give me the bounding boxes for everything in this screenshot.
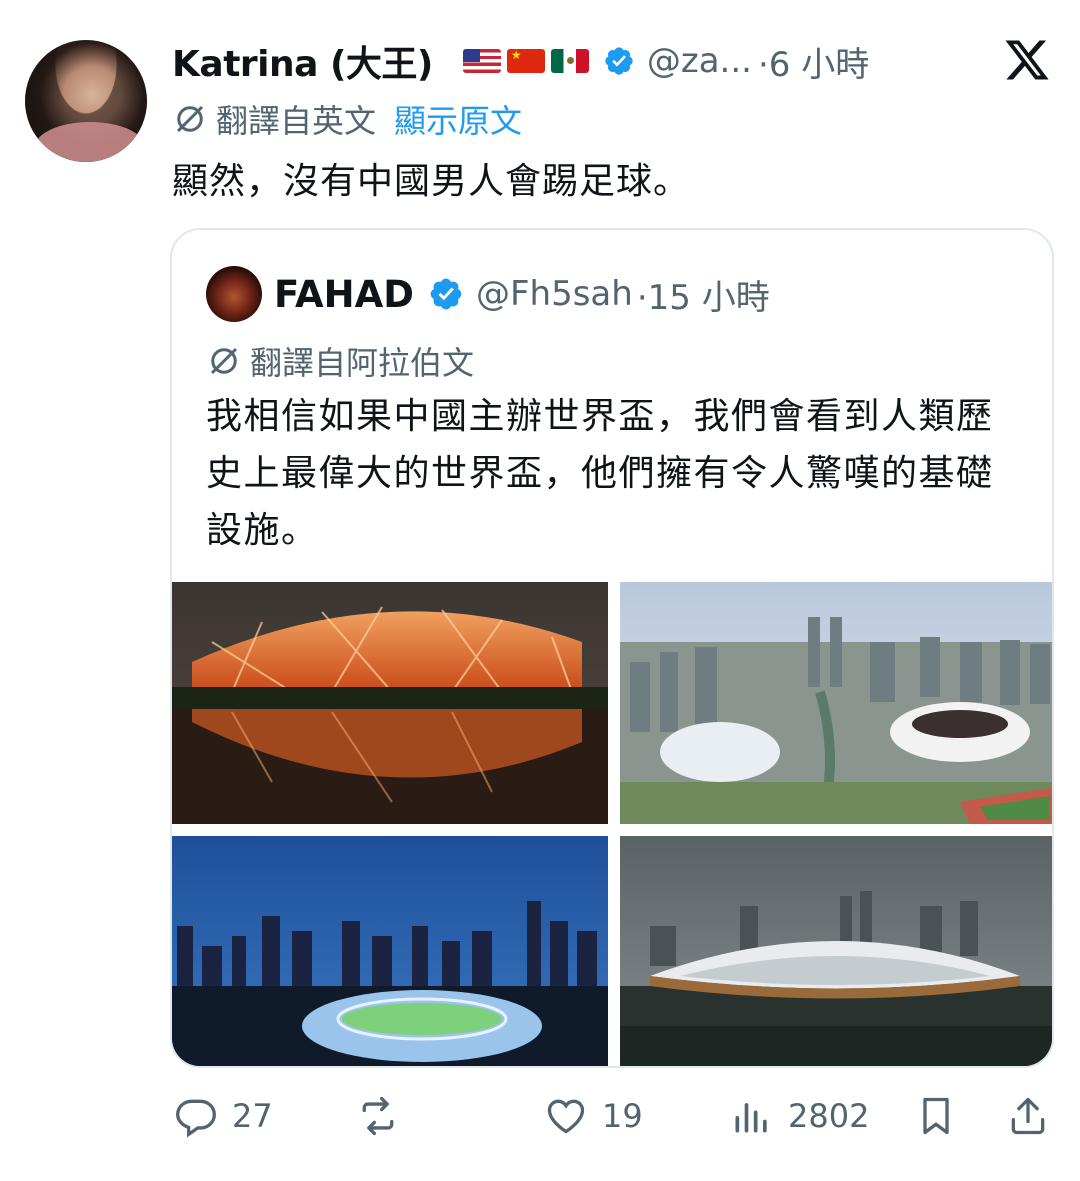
flag-group xyxy=(462,49,589,73)
quote-author-name[interactable]: FAHAD xyxy=(274,273,414,316)
stadium-photo-night-skyline[interactable] xyxy=(172,836,608,1066)
quote-author-avatar[interactable] xyxy=(206,266,262,322)
stadium-photo-aerial-city[interactable] xyxy=(620,582,1052,824)
tweet-header: Katrina (大王) @za... ·6 小時 xyxy=(172,34,869,88)
reply-count: 27 xyxy=(232,1097,273,1135)
author-avatar[interactable] xyxy=(25,40,147,162)
stadium-photo-modern-render[interactable] xyxy=(620,836,1052,1066)
quote-timestamp[interactable]: ·15 小時 xyxy=(637,270,770,319)
retweet-button[interactable] xyxy=(356,1088,414,1144)
reply-icon xyxy=(176,1099,216,1138)
cn-flag-icon xyxy=(506,49,545,73)
bookmark-icon xyxy=(923,1097,949,1135)
share-button[interactable] xyxy=(1006,1088,1050,1144)
tweet-text: 顯然，沒有中國男人會踢足球。 xyxy=(172,161,691,202)
tweet-timestamp[interactable]: ·6 小時 xyxy=(758,37,869,86)
action-bar: 27 19 2802 xyxy=(170,1088,1054,1144)
mx-flag-icon xyxy=(550,49,589,73)
quote-translation-label: 翻譯自阿拉伯文 xyxy=(250,344,475,382)
author-handle[interactable]: @za... xyxy=(647,41,752,81)
bookmark-button[interactable] xyxy=(914,1088,958,1144)
quoted-tweet[interactable]: FAHAD @Fh5sah ·15 小時 翻譯自阿拉伯文 我相信如果中國主辦世界… xyxy=(170,228,1054,1068)
author-display-name[interactable]: Katrina (大王) xyxy=(172,35,433,87)
quote-translation-row: 翻譯自阿拉伯文 xyxy=(206,338,474,384)
retweet-icon xyxy=(362,1096,394,1136)
views-button[interactable]: 2802 xyxy=(730,1088,869,1144)
x-logo-icon xyxy=(1005,40,1049,80)
quote-author-handle[interactable]: @Fh5sah xyxy=(476,274,633,314)
views-chart-icon xyxy=(735,1103,767,1133)
us-flag-icon xyxy=(462,49,501,73)
view-count: 2802 xyxy=(788,1097,870,1135)
show-original-link[interactable]: 顯示原文 xyxy=(394,96,522,142)
translate-icon xyxy=(210,347,238,375)
reply-button[interactable]: 27 xyxy=(174,1088,273,1144)
like-button[interactable]: 19 xyxy=(544,1088,643,1144)
media-grid xyxy=(172,582,1052,1066)
like-count: 19 xyxy=(602,1097,643,1135)
quote-text: 我相信如果中國主辦世界盃，我們會看到人類歷史上最偉大的世界盃，他們擁有令人驚嘆的… xyxy=(206,396,994,551)
tweet: Katrina (大王) @za... ·6 小時 翻譯自英文 顯示原文 顯然，… xyxy=(0,0,1080,1181)
share-icon xyxy=(1011,1097,1045,1135)
translation-row: 翻譯自英文 顯示原文 xyxy=(172,96,522,142)
verified-badge-icon xyxy=(430,278,462,310)
translation-label: 翻譯自英文 xyxy=(216,102,377,140)
translate-icon xyxy=(176,105,204,133)
verified-badge-icon xyxy=(605,47,633,75)
stadium-photo-birds-nest[interactable] xyxy=(172,582,608,824)
heart-icon xyxy=(547,1099,585,1134)
quote-header: FAHAD @Fh5sah ·15 小時 xyxy=(206,266,770,322)
